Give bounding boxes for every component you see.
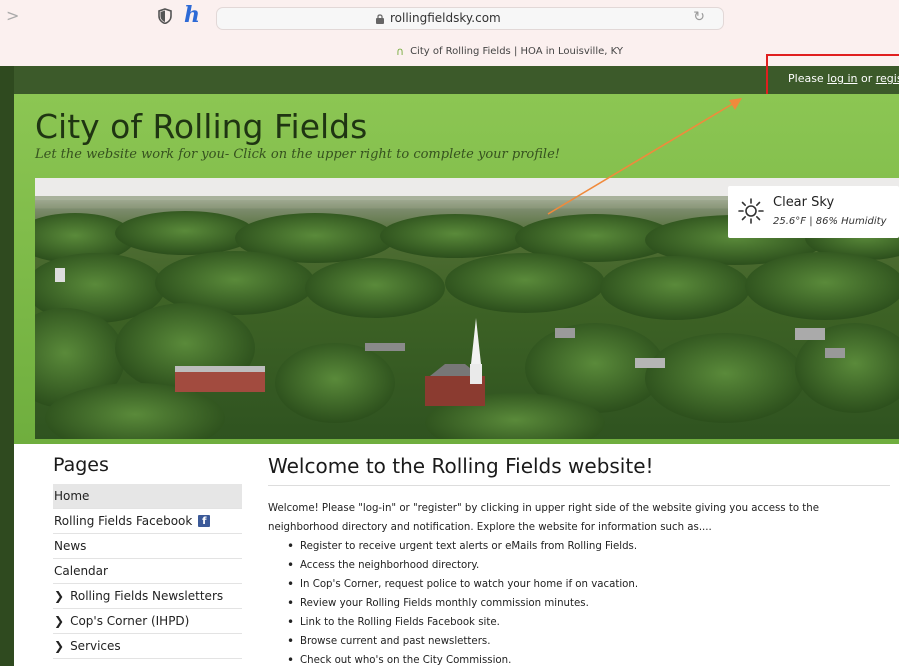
sidebar-item-facebook[interactable]: Rolling Fields Facebook f (53, 509, 242, 534)
list-item: In Cop's Corner, request police to watch… (287, 575, 890, 594)
site-tagline: Let the website work for you- Click on t… (35, 147, 560, 162)
list-item: Access the neighborhood directory. (287, 556, 890, 575)
feature-list: Register to receive urgent text alerts o… (268, 537, 890, 666)
chevron-right-icon[interactable]: > (6, 6, 19, 25)
weather-details: 25.6°F | 86% Humidity (773, 216, 887, 227)
list-item: Review your Rolling Fields monthly commi… (287, 594, 890, 613)
site-favicon-icon: ∩ (396, 45, 405, 58)
sidebar-item-news[interactable]: News (53, 534, 242, 559)
weather-condition: Clear Sky (773, 195, 835, 210)
chevron-right-icon: ❯ (54, 589, 65, 603)
sidebar-item-newsletters[interactable]: ❯ Rolling Fields Newsletters (53, 584, 242, 609)
lock-icon (376, 14, 384, 24)
sidebar-item-label: Calendar (54, 564, 108, 578)
sun-icon (738, 198, 764, 224)
facebook-icon: f (198, 515, 211, 527)
url-text: rollingfieldsky.com (390, 11, 501, 25)
page-title: Welcome to the Rolling Fields website! (268, 454, 890, 486)
main-content: Welcome to the Rolling Fields website! W… (268, 454, 890, 666)
sidebar-item-label: Services (70, 639, 121, 653)
sidebar-item-cops-corner[interactable]: ❯ Cop's Corner (IHPD) (53, 609, 242, 634)
reload-icon[interactable]: ↻ (693, 9, 705, 25)
sidebar-nav: Pages Home Rolling Fields Facebook f New… (53, 454, 242, 659)
sidebar-item-home[interactable]: Home (53, 484, 242, 509)
address-bar[interactable]: rollingfieldsky.com ↻ (216, 7, 724, 30)
tab-title: City of Rolling Fields | HOA in Louisvil… (410, 46, 623, 57)
sidebar-item-label: Cop's Corner (IHPD) (70, 614, 190, 628)
weather-widget: Clear Sky 25.6°F | 86% Humidity (728, 186, 899, 238)
list-item: Check out who's on the City Commission. (287, 651, 890, 666)
list-item: Browse current and past newsletters. (287, 632, 890, 651)
sidebar-heading: Pages (53, 454, 109, 476)
list-item: Register to receive urgent text alerts o… (287, 537, 890, 556)
browser-chrome: > h rollingfieldsky.com ↻ ∩ City of Roll… (0, 0, 899, 66)
chevron-right-icon: ❯ (54, 639, 65, 653)
sidebar-item-label: Home (54, 489, 90, 503)
shield-icon[interactable] (158, 8, 172, 24)
sidebar-item-label: Rolling Fields Newsletters (70, 589, 224, 603)
welcome-intro: Welcome! Please "log-in" or "register" b… (268, 503, 820, 533)
site-title[interactable]: City of Rolling Fields (35, 107, 367, 146)
sidebar-item-label: News (54, 539, 87, 553)
browser-tab[interactable]: ∩ City of Rolling Fields | HOA in Louisv… (396, 45, 623, 58)
sidebar-item-label: Rolling Fields Facebook (54, 514, 193, 528)
sidebar-item-services[interactable]: ❯ Services (53, 634, 242, 659)
honey-extension-icon[interactable]: h (184, 2, 200, 28)
chevron-right-icon: ❯ (54, 614, 65, 628)
sidebar-item-calendar[interactable]: Calendar (53, 559, 242, 584)
list-item: Link to the Rolling Fields Facebook site… (287, 613, 890, 632)
